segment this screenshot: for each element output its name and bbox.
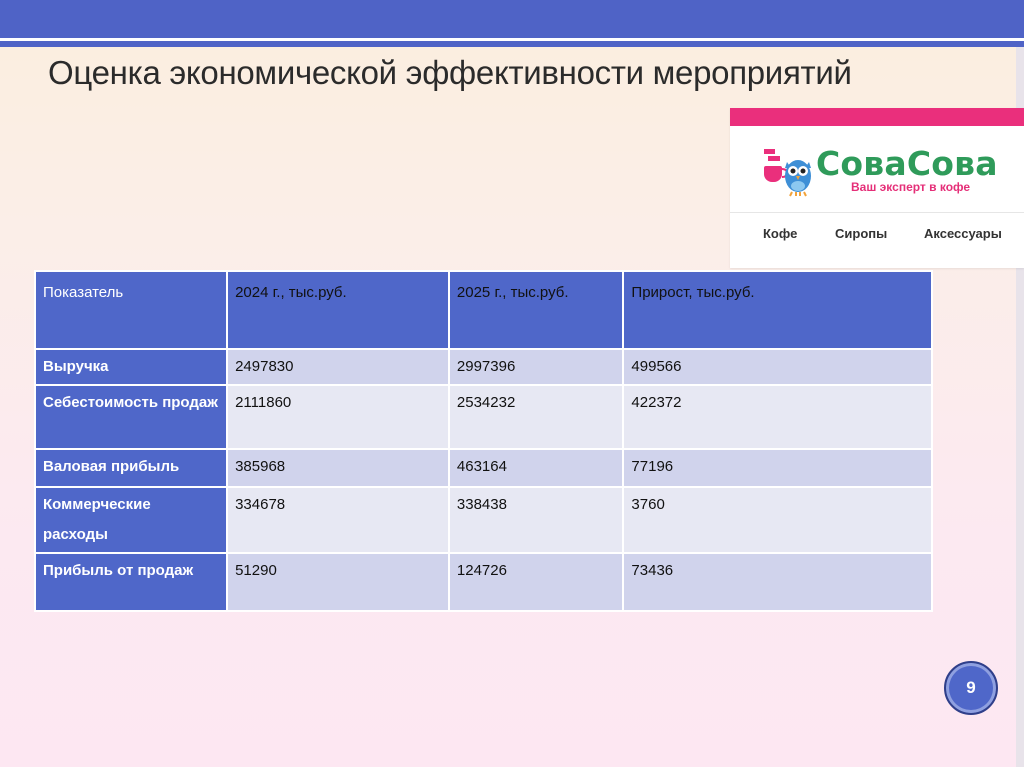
cell-2025: 338438 — [449, 488, 623, 552]
brand-logo-card: СоваСова Ваш эксперт в кофе Кофе Сиропы … — [730, 108, 1024, 268]
header-underline — [0, 41, 1024, 47]
logo-divider — [730, 212, 1024, 213]
cell-2024: 385968 — [228, 450, 448, 486]
header-2025: 2025 г., тыс.руб. — [449, 272, 623, 348]
cell-growth: 499566 — [624, 350, 931, 384]
cell-2024: 51290 — [228, 554, 448, 610]
table-row: Прибыль от продаж 51290 124726 73436 — [36, 554, 931, 610]
row-label: Валовая прибыль — [36, 450, 227, 486]
logo-nav: Кофе Сиропы Аксессуары — [730, 226, 1024, 248]
cell-2025: 463164 — [449, 450, 623, 486]
nav-item-syrups[interactable]: Сиропы — [835, 226, 887, 241]
row-label: Выручка — [36, 350, 227, 384]
cell-growth: 422372 — [624, 386, 931, 448]
row-label: Коммерческие расходы — [36, 488, 227, 552]
cell-2025: 2534232 — [449, 386, 623, 448]
cell-2024: 2497830 — [228, 350, 448, 384]
cell-2025: 2997396 — [449, 350, 623, 384]
row-label: Себестоимость продаж — [36, 386, 227, 448]
table-row: Валовая прибыль 385968 463164 77196 — [36, 450, 931, 486]
logo-pink-bar — [730, 108, 1024, 126]
owl-mascot-icon — [764, 149, 811, 197]
header-growth: Прирост, тыс.руб. — [624, 272, 931, 348]
table-header-row: Показатель 2024 г., тыс.руб. 2025 г., ты… — [36, 272, 931, 348]
cell-growth: 3760 — [624, 488, 931, 552]
header-2024: 2024 г., тыс.руб. — [228, 272, 448, 348]
nav-item-coffee[interactable]: Кофе — [763, 226, 797, 241]
slide-title: Оценка экономической эффективности мероп… — [48, 54, 852, 91]
table-row: Выручка 2497830 2997396 499566 — [36, 350, 931, 384]
header-indicator: Показатель — [36, 272, 227, 348]
table-row: Коммерческие расходы 334678 338438 3760 — [36, 488, 931, 552]
cell-2025: 124726 — [449, 554, 623, 610]
top-header-bar — [0, 0, 1024, 38]
cell-2024: 334678 — [228, 488, 448, 552]
brand-tagline: Ваш эксперт в кофе — [851, 180, 971, 194]
nav-item-accessories[interactable]: Аксессуары — [924, 226, 1002, 241]
cell-growth: 77196 — [624, 450, 931, 486]
table-row: Себестоимость продаж 2111860 2534232 422… — [36, 386, 931, 448]
brand-name: СоваСова — [816, 144, 998, 183]
page-number-badge: 9 — [944, 661, 998, 715]
row-label: Прибыль от продаж — [36, 554, 227, 610]
cell-growth: 73436 — [624, 554, 931, 610]
cell-2024: 2111860 — [228, 386, 448, 448]
efficiency-table: Показатель 2024 г., тыс.руб. 2025 г., ты… — [34, 270, 933, 612]
